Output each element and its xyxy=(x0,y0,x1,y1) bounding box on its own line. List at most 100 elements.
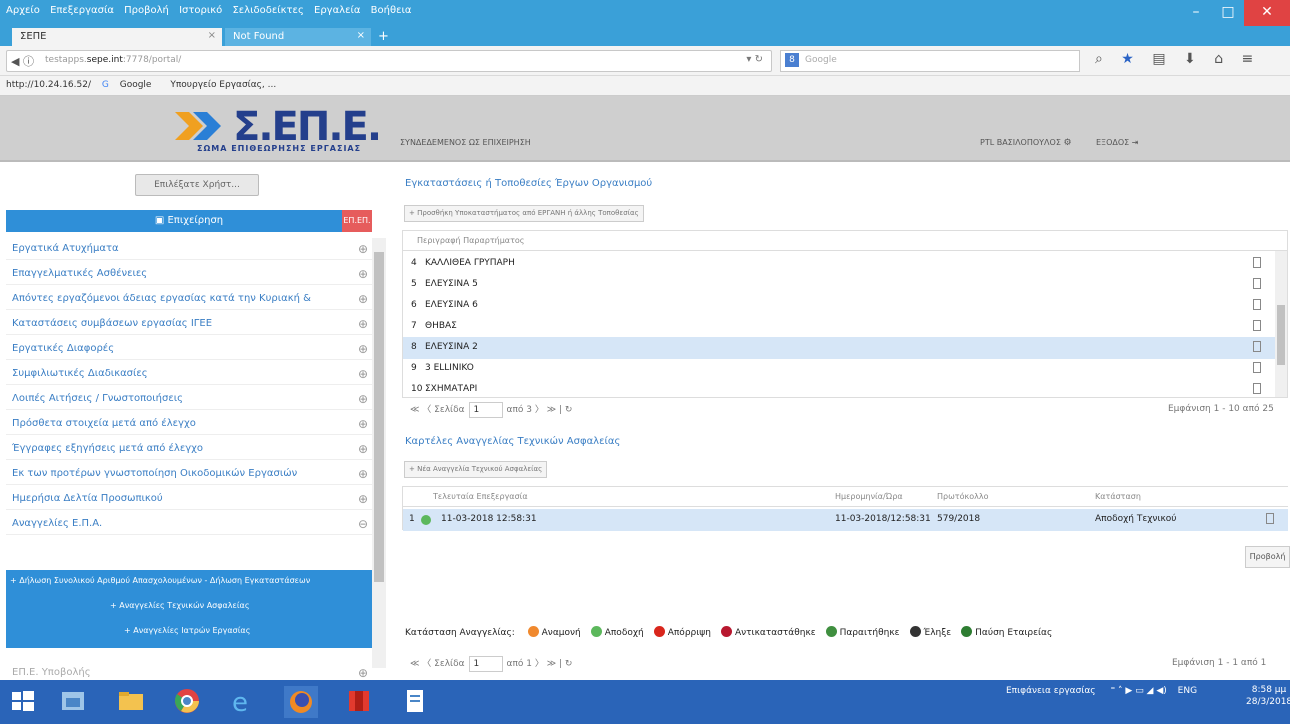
expand-icon[interactable]: ⊕ xyxy=(358,392,368,406)
column-datetime[interactable]: Ημερομηνία/Ώρα xyxy=(835,492,903,501)
column-status[interactable]: Κατάσταση xyxy=(1095,492,1141,501)
document-icon[interactable] xyxy=(1253,257,1261,268)
file-explorer-icon[interactable] xyxy=(116,686,150,718)
photos-icon[interactable] xyxy=(58,686,92,718)
sidebar-item[interactable]: Ημερήσια Δελτία Προσωπικού ⊕ xyxy=(6,488,378,510)
tab-close-icon[interactable]: × xyxy=(357,30,365,41)
submenu-item-technicians[interactable]: + Αναγγελίες Τεχνικών Ασφαλείας xyxy=(110,601,250,610)
view-button[interactable]: Προβολή xyxy=(1245,546,1290,568)
menu-bookmarks[interactable]: Σελιδοδείκτες xyxy=(232,5,303,16)
desktop-label[interactable]: Επιφάνεια εργασίας xyxy=(1006,686,1096,696)
tray-icons[interactable]: ⁼ ˄ ▶ ▭ ◢ ◀) xyxy=(1110,686,1166,696)
expand-icon[interactable]: ⊕ xyxy=(358,317,368,331)
pager-nav-icon[interactable]: ≪ 〈 xyxy=(410,659,434,669)
sidebar-item[interactable]: Λοιπές Αιτήσεις / Γνωστοποιήσεις ⊕ xyxy=(6,388,378,410)
firefox-icon[interactable] xyxy=(284,686,318,718)
table-row[interactable]: 9 3 ELLINIKO xyxy=(403,358,1275,380)
chrome-icon[interactable] xyxy=(172,686,206,718)
sidebar-item[interactable]: Απόντες εργαζόμενοι άδειας εργασίας κατά… xyxy=(6,288,378,310)
expand-icon[interactable]: ⊕ xyxy=(358,267,368,281)
expand-icon[interactable]: ⊕ xyxy=(358,467,368,481)
clock[interactable]: 8:58 μμ 28/3/2018 xyxy=(1246,684,1290,708)
minimize-icon[interactable]: – xyxy=(1180,0,1212,26)
expand-icon[interactable]: ⊕ xyxy=(358,342,368,356)
close-icon[interactable]: ✕ xyxy=(1244,0,1290,26)
internet-explorer-icon[interactable]: e xyxy=(228,686,262,718)
user-name[interactable]: ΡΤL ΒΑΣΙΛΟΠΟΥΛΟΣ ⚙ xyxy=(980,138,1072,148)
sidebar-item[interactable]: Πρόσθετα στοιχεία μετά από έλεγχο ⊕ xyxy=(6,413,378,435)
expand-icon[interactable]: ⊕ xyxy=(358,492,368,506)
sidebar-item[interactable]: Εργατικά Ατυχήματα ⊕ xyxy=(6,238,378,260)
table-row[interactable]: 6 ΕΛΕΥΣΙΝΑ 6 xyxy=(403,295,1275,317)
submenu-item-doctors[interactable]: + Αναγγελίες Ιατρών Εργασίας xyxy=(124,626,250,635)
sidebar-item[interactable]: Εκ των προτέρων γνωστοποίηση Οικοδομικών… xyxy=(6,463,378,485)
document-app-icon[interactable] xyxy=(400,686,434,718)
sidebar-item[interactable]: Εργατικές Διαφορές ⊕ xyxy=(6,338,378,360)
scroll-thumb[interactable] xyxy=(1277,305,1285,365)
column-protocol[interactable]: Πρωτόκολλο xyxy=(937,492,988,501)
document-icon[interactable] xyxy=(1253,299,1261,310)
download-icon[interactable]: ⬇ xyxy=(1184,51,1196,67)
language-indicator[interactable]: ENG xyxy=(1178,686,1197,696)
table-row[interactable]: 5 ΕΛΕΥΣΙΝΑ 5 xyxy=(403,274,1275,296)
bookmark-ministry[interactable]: Υπουργείο Εργασίας, ... xyxy=(170,80,276,90)
add-installation-button[interactable]: + Προσθήκη Υποκαταστήματος από ΕΡΓΑΝΗ ή … xyxy=(404,205,644,222)
search-icon[interactable]: ⌕ xyxy=(1095,51,1103,67)
back-arrow-icon[interactable]: ◀ ⓘ xyxy=(11,53,34,69)
home-icon[interactable]: ⌂ xyxy=(1214,51,1223,67)
sepe-logo[interactable]: Σ.ΕΠ.Ε. ΣΩΜΑ ΕΠΙΘΕΩΡΗΣΗΣ ΕΡΓΑΣΙΑΣ xyxy=(175,104,385,156)
app-red-icon[interactable] xyxy=(344,686,378,718)
pager-nav-icon[interactable]: 〉 ≫ | ↻ xyxy=(532,405,573,415)
choose-user-button[interactable]: Επιλέξατε Χρήστ... xyxy=(135,174,259,196)
maximize-icon[interactable]: □ xyxy=(1212,0,1244,26)
expand-icon[interactable]: ⊕ xyxy=(358,367,368,381)
sidebar-scrollbar[interactable] xyxy=(372,238,386,668)
page-input[interactable]: 1 xyxy=(468,656,503,672)
table-row[interactable]: 1 11-03-2018 12:58:31 11-03-2018/12:58:3… xyxy=(403,509,1288,531)
tab-not-found[interactable]: Not Found × xyxy=(225,28,371,46)
table-row[interactable]: 8 ΕΛΕΥΣΙΝΑ 2 xyxy=(403,337,1275,359)
reload-icon[interactable]: ▾ ↻ xyxy=(746,54,763,65)
page-input[interactable]: 1 xyxy=(468,402,503,418)
windows-start-icon[interactable] xyxy=(8,686,42,718)
menu-edit[interactable]: Επεξεργασία xyxy=(50,5,114,16)
url-bar[interactable]: ◀ ⓘ testapps.sepe.int:7778/portal/ ▾ ↻ xyxy=(6,50,772,72)
sidebar-header[interactable]: ▣ Επιχείρηση ΕΠ.ΕΠ. xyxy=(6,210,372,232)
sidebar-item[interactable]: Έγγραφες εξηγήσεις μετά από έλεγχο ⊕ xyxy=(6,438,378,460)
document-icon[interactable] xyxy=(1253,341,1261,352)
sidebar-item[interactable]: Επαγγελματικές Ασθένειες ⊕ xyxy=(6,263,378,285)
tab-close-icon[interactable]: × xyxy=(208,30,216,41)
document-icon[interactable] xyxy=(1253,320,1261,331)
expand-icon[interactable]: ⊕ xyxy=(358,442,368,456)
document-icon[interactable] xyxy=(1253,278,1261,289)
logout-link[interactable]: ΕΞΟΔΟΣ ⇥ xyxy=(1096,138,1138,147)
expand-icon[interactable]: ⊕ xyxy=(358,242,368,256)
sidebar-item[interactable]: Αναγγελίες Ε.Π.Α. ⊖ xyxy=(6,513,378,535)
menu-file[interactable]: Αρχείο xyxy=(6,5,40,16)
collapse-icon[interactable]: ⊖ xyxy=(358,517,368,531)
column-last-edited[interactable]: Τελευταία Επεξεργασία xyxy=(433,492,528,501)
document-icon[interactable] xyxy=(1253,383,1261,394)
search-engine-icon[interactable]: 8 xyxy=(785,53,799,67)
pager-nav-icon[interactable]: ≪ 〈 xyxy=(410,405,434,415)
scroll-thumb[interactable] xyxy=(374,252,384,582)
table-row[interactable]: 4 ΚΑΛΛΙΘΕΑ ΓΡΥΠΑΡΗ xyxy=(403,253,1275,275)
new-tab-icon[interactable]: + xyxy=(378,29,389,44)
grid-scrollbar[interactable] xyxy=(1275,251,1287,397)
document-icon[interactable] xyxy=(1266,513,1274,524)
bookmark-star-icon[interactable]: ★ xyxy=(1121,51,1134,67)
menu-view[interactable]: Προβολή xyxy=(124,5,169,16)
pager-nav-icon[interactable]: 〉 ≫ | ↻ xyxy=(532,659,573,669)
table-row[interactable]: 10 ΣΧΗΜΑΤΑΡΙ xyxy=(403,379,1275,401)
column-description[interactable]: Περιγραφή Παραρτήματος xyxy=(417,236,524,245)
menu-tools[interactable]: Εργαλεία xyxy=(314,5,360,16)
library-icon[interactable]: ▤ xyxy=(1152,51,1165,67)
expand-icon[interactable]: ⊕ xyxy=(358,417,368,431)
bookmark-ip[interactable]: http://10.24.16.52/ xyxy=(6,80,91,90)
expand-icon[interactable]: ⊕ xyxy=(358,292,368,306)
tab-sepe[interactable]: ΣΕΠΕ × xyxy=(12,28,222,46)
table-row[interactable]: 7 ΘΗΒΑΣ xyxy=(403,316,1275,338)
hamburger-menu-icon[interactable]: ≡ xyxy=(1242,51,1254,67)
bookmark-google[interactable]: G Google xyxy=(102,80,160,90)
menu-history[interactable]: Ιστορικό xyxy=(179,5,222,16)
